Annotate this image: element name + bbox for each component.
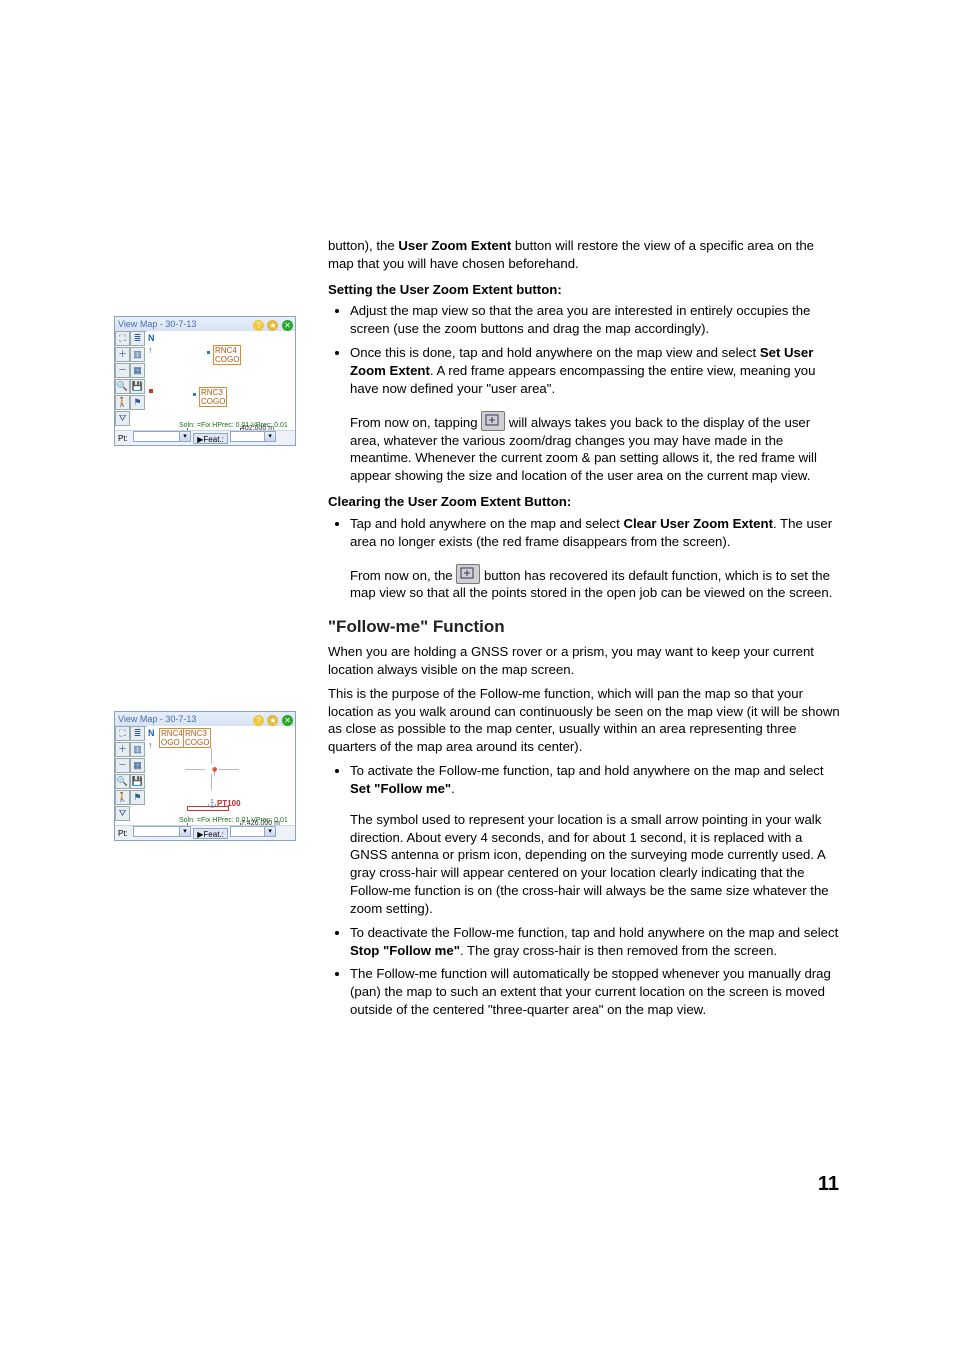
point-label: RNC4COGO — [213, 345, 241, 365]
north-arrow-icon: N↑ — [148, 727, 155, 751]
titlebar-icons: ? ★ ✕ — [252, 317, 295, 331]
list-item: To deactivate the Follow-me function, ta… — [350, 924, 840, 960]
map-body: ⛶≣ ＋▥ －▦ 🔍💾 🚶⚑ ⛛ N↑ RNC4OGO RNC3COGO 📍 ⚓ — [115, 726, 295, 826]
save-icon[interactable]: 💾 — [130, 774, 145, 789]
layer-icon[interactable]: ▥ — [130, 347, 145, 362]
tripod-icon[interactable]: ⛛ — [115, 411, 130, 426]
list-item: To activate the Follow-me function, tap … — [350, 762, 840, 798]
follow-list-2: To deactivate the Follow-me function, ta… — [328, 924, 840, 1019]
window-title: View Map - 30-7-13 — [118, 319, 196, 329]
map-canvas[interactable]: N↑ RNC4OGO RNC3COGO 📍 ⚓PT100 Soln: =Fix … — [147, 726, 295, 826]
flag-icon[interactable]: ⚑ — [130, 790, 145, 805]
footer-bar: Pt: ▾ ▶Feat.: ▾ — [115, 430, 295, 445]
clearing-heading: Clearing the User Zoom Extent Button: — [328, 493, 840, 511]
tool-column: ⛶≣ ＋▥ －▦ 🔍💾 🚶⚑ ⛛ — [115, 726, 147, 826]
window-title-bar: View Map - 30-7-13 ? ★ ✕ — [115, 712, 295, 727]
help-icon[interactable]: ? — [253, 715, 264, 726]
screenshot-user-zoom-extent: View Map - 30-7-13 ? ★ ✕ ⛶≣ ＋▥ －▦ 🔍💾 🚶⚑ … — [114, 316, 296, 446]
zoom-out-icon[interactable]: － — [115, 363, 130, 378]
setting-heading: Setting the User Zoom Extent button: — [328, 281, 840, 299]
screenshot-follow-me: View Map - 30-7-13 ? ★ ✕ ⛶≣ ＋▥ －▦ 🔍💾 🚶⚑ … — [114, 711, 296, 841]
point-label: RNC3COGO — [199, 387, 227, 407]
feat-combo[interactable]: ▾ — [230, 826, 276, 837]
follow-p1: When you are holding a GNSS rover or a p… — [328, 643, 840, 679]
person-icon[interactable]: 🚶 — [115, 790, 130, 805]
extent-icon — [481, 411, 505, 431]
clearing-list: Tap and hold anywhere on the map and sel… — [328, 515, 840, 551]
zoom-window-icon[interactable]: 🔍 — [115, 774, 130, 789]
feat-button[interactable]: ▶Feat.: — [193, 433, 228, 444]
favorite-icon[interactable]: ★ — [267, 715, 278, 726]
user-point — [149, 389, 153, 393]
window-title: View Map - 30-7-13 — [118, 714, 196, 724]
pt-label: Pt: — [115, 828, 131, 841]
point-label: RNC4OGO — [159, 728, 185, 748]
pt-label: Pt: — [115, 433, 131, 446]
grid-icon[interactable]: ▦ — [130, 363, 145, 378]
tool-column: ⛶≣ ＋▥ －▦ 🔍💾 🚶⚑ ⛛ — [115, 331, 147, 431]
north-arrow-icon: N↑ — [148, 332, 155, 356]
titlebar-icons: ? ★ ✕ — [252, 712, 295, 726]
list-item: Once this is done, tap and hold anywhere… — [350, 344, 840, 397]
list-item: Adjust the map view so that the area you… — [350, 302, 840, 338]
help-icon[interactable]: ? — [253, 320, 264, 331]
setting-after-paragraph: From now on, tapping will always takes y… — [350, 411, 840, 485]
tripod-icon[interactable]: ⛛ — [115, 806, 130, 821]
intro-paragraph: button), the User Zoom Extent button wil… — [328, 237, 840, 273]
zoom-in-icon[interactable]: ＋ — [115, 347, 130, 362]
window-title-bar: View Map - 30-7-13 ? ★ ✕ — [115, 317, 295, 332]
user-area-rect — [187, 806, 229, 811]
footer-bar: Pt: ▾ ▶Feat.: ▾ — [115, 825, 295, 840]
extent-icon[interactable]: ⛶ — [115, 726, 130, 741]
list-icon[interactable]: ≣ — [130, 726, 145, 741]
map-point — [207, 351, 210, 354]
setting-list: Adjust the map view so that the area you… — [328, 302, 840, 397]
text-column: button), the User Zoom Extent button wil… — [328, 237, 840, 1025]
follow-after1: The symbol used to represent your locati… — [350, 811, 840, 918]
flag-icon[interactable]: ⚑ — [130, 395, 145, 410]
favorite-icon[interactable]: ★ — [267, 320, 278, 331]
zoom-window-icon[interactable]: 🔍 — [115, 379, 130, 394]
dropdown-icon: ▾ — [264, 827, 275, 836]
extent-icon[interactable]: ⛶ — [115, 331, 130, 346]
map-canvas[interactable]: N↑ RNC4COGO RNC3COGO Soln: =Fix HPrec: 0… — [147, 331, 295, 431]
page-number: 11 — [818, 1171, 839, 1198]
layer-icon[interactable]: ▥ — [130, 742, 145, 757]
clearing-after-paragraph: From now on, the button has recovered it… — [350, 564, 840, 603]
follow-list: To activate the Follow-me function, tap … — [328, 762, 840, 798]
point-label: RNC3COGO — [183, 728, 211, 748]
pt-combo[interactable]: ▾ — [133, 431, 191, 442]
dropdown-icon: ▾ — [179, 827, 190, 836]
close-icon[interactable]: ✕ — [282, 715, 293, 726]
location-icon: 📍 — [209, 766, 220, 778]
map-body: ⛶≣ ＋▥ －▦ 🔍💾 🚶⚑ ⛛ N↑ RNC4COGO RNC3COGO So… — [115, 331, 295, 431]
zoom-in-icon[interactable]: ＋ — [115, 742, 130, 757]
person-icon[interactable]: 🚶 — [115, 395, 130, 410]
list-icon[interactable]: ≣ — [130, 331, 145, 346]
list-item: Tap and hold anywhere on the map and sel… — [350, 515, 840, 551]
close-icon[interactable]: ✕ — [282, 320, 293, 331]
grid-icon[interactable]: ▦ — [130, 758, 145, 773]
follow-me-heading: "Follow-me" Function — [328, 616, 840, 639]
pt-combo[interactable]: ▾ — [133, 826, 191, 837]
map-point — [193, 393, 196, 396]
feat-button[interactable]: ▶Feat.: — [193, 828, 228, 839]
dropdown-icon: ▾ — [264, 432, 275, 441]
list-item: The Follow-me function will automaticall… — [350, 965, 840, 1018]
feat-combo[interactable]: ▾ — [230, 431, 276, 442]
dropdown-icon: ▾ — [179, 432, 190, 441]
follow-p2: This is the purpose of the Follow-me fun… — [328, 685, 840, 756]
extent-icon — [456, 564, 480, 584]
save-icon[interactable]: 💾 — [130, 379, 145, 394]
zoom-out-icon[interactable]: － — [115, 758, 130, 773]
